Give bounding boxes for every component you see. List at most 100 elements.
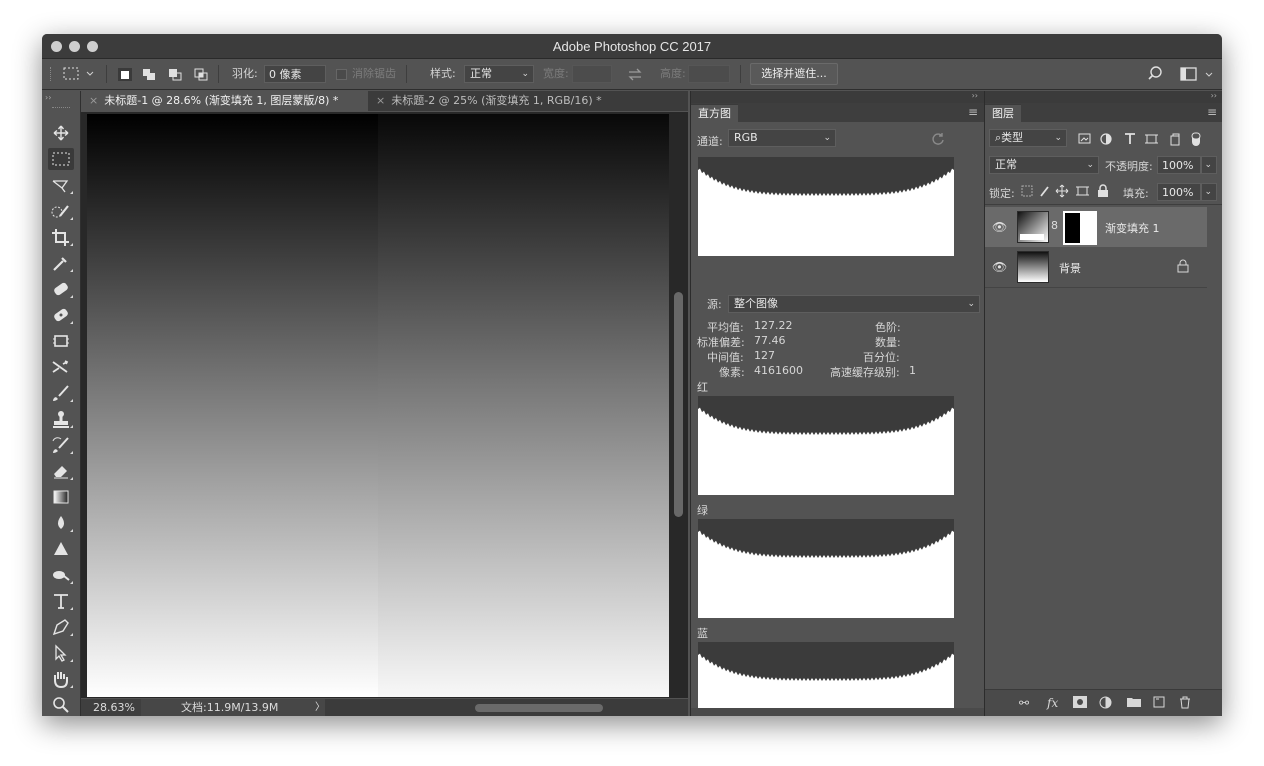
panel-menu-icon[interactable]: ≡ [968, 105, 978, 119]
panel-collapse-bar[interactable]: ›› [691, 91, 984, 103]
tab-document-1[interactable]: × 未标题-1 @ 28.6% (渐变填充 1, 图层蒙版/8) * [81, 91, 368, 111]
fx-icon[interactable]: fx [1047, 696, 1058, 710]
marquee-icon [52, 152, 70, 166]
tab-label: 未标题-1 @ 28.6% (渐变填充 1, 图层蒙版/8) * [104, 94, 339, 107]
dodge-tool[interactable] [48, 564, 74, 586]
doc-size: 文档:11.9M/13.9M [181, 701, 279, 714]
layer-filter-select[interactable]: ⌕类型 ⌄ [989, 129, 1067, 147]
channel-select[interactable]: RGB ⌄ [728, 129, 836, 147]
horizontal-scrollbar-thumb[interactable] [475, 704, 603, 712]
add-mask-icon[interactable] [1073, 696, 1087, 711]
adjustment-layer-icon[interactable] [1099, 696, 1112, 712]
new-selection-button[interactable] [116, 59, 134, 89]
layer-row-background[interactable]: 👁 背景 [985, 247, 1207, 287]
fill-dropdown[interactable]: ⌄ [1201, 183, 1217, 201]
select-and-mask-button[interactable]: 选择并遮住... [750, 63, 838, 85]
brush-tool[interactable] [48, 382, 74, 404]
zoom-level[interactable]: 28.63% [81, 699, 141, 716]
refresh-button[interactable] [931, 131, 945, 148]
sharpen-tool[interactable] [48, 538, 74, 560]
layer-name[interactable]: 背景 [1059, 260, 1081, 276]
vertical-scrollbar-thumb[interactable] [674, 292, 683, 517]
add-selection-button[interactable] [140, 59, 158, 89]
path-selection-tool[interactable] [48, 642, 74, 664]
style-select[interactable]: 正常 ⌄ [464, 65, 534, 83]
collapse-icon[interactable]: ›› [972, 91, 978, 100]
collapse-icon[interactable]: ›› [1211, 91, 1217, 100]
layer-row-gradient-fill[interactable]: 👁 8 渐变填充 1 [985, 207, 1207, 247]
visibility-eye-icon[interactable]: 👁 [992, 220, 1007, 234]
opacity-dropdown[interactable]: ⌄ [1201, 156, 1217, 174]
green-channel-label: 绿 [697, 504, 708, 517]
rgb-histogram [698, 157, 954, 256]
new-group-icon[interactable] [1127, 696, 1141, 710]
eyedropper-tool[interactable] [48, 252, 74, 274]
intersect-selection-button[interactable] [192, 59, 210, 89]
tab-document-2[interactable]: × 未标题-2 @ 25% (渐变填充 1, RGB/16) * [368, 91, 688, 111]
panel-menu-icon[interactable]: ≡ [1207, 105, 1217, 119]
horizontal-scrollbar-track[interactable] [325, 699, 688, 716]
channel-value: RGB [734, 131, 758, 144]
red-channel-label: 红 [697, 381, 708, 394]
delete-layer-icon[interactable] [1179, 696, 1191, 712]
feather-input[interactable]: 0 像素 [264, 65, 326, 83]
hand-tool[interactable] [48, 668, 74, 690]
frame-tool[interactable] [48, 330, 74, 352]
zoom-icon [53, 697, 69, 713]
search-button[interactable] [1146, 59, 1164, 89]
swap-icon [628, 68, 642, 81]
history-brush-tool[interactable] [48, 434, 74, 456]
visibility-eye-icon[interactable]: 👁 [992, 260, 1007, 274]
layer-mask-thumbnail[interactable] [1063, 211, 1097, 245]
mask-link-icon[interactable]: 8 [1051, 219, 1058, 232]
blue-channel-label: 蓝 [697, 627, 708, 640]
swap-dimensions-button[interactable] [626, 59, 644, 89]
style-select-value: 正常 [470, 67, 492, 80]
opacity-input[interactable]: 100% [1157, 156, 1201, 174]
blend-mode-select[interactable]: 正常 ⌄ [989, 156, 1099, 174]
source-select[interactable]: 整个图像 ⌄ [728, 295, 980, 313]
status-menu-arrow[interactable]: 〉 [315, 699, 325, 716]
marquee-tool[interactable] [48, 148, 74, 170]
source-label: 源: [707, 298, 722, 311]
red-histogram [698, 396, 954, 495]
content-aware-move-tool[interactable] [48, 356, 74, 378]
layer-name[interactable]: 渐变填充 1 [1105, 220, 1160, 236]
type-tool[interactable] [48, 590, 74, 612]
zoom-tool[interactable] [48, 694, 74, 716]
cache-label: 高速缓存级别: [830, 366, 900, 379]
document-area[interactable] [81, 112, 688, 698]
blur-tool[interactable] [48, 512, 74, 534]
divider [985, 204, 1222, 205]
lasso-tool[interactable] [48, 174, 74, 196]
close-tab-icon[interactable]: × [89, 94, 98, 107]
median-value: 127 [754, 349, 775, 362]
separator [740, 65, 741, 83]
close-tab-icon[interactable]: × [376, 94, 385, 107]
panel-collapse-bar[interactable]: ›› [985, 91, 1222, 103]
move-tool[interactable] [48, 122, 74, 144]
collapse-tools-icon[interactable]: ›› [45, 93, 51, 102]
fill-input[interactable]: 100% [1157, 183, 1201, 201]
workspace-switcher[interactable] [1178, 59, 1218, 89]
healing-brush-tool[interactable] [48, 278, 74, 300]
link-layers-icon[interactable]: ⚯ [1019, 696, 1029, 710]
width-input[interactable] [572, 65, 612, 83]
lock-icons[interactable] [1021, 184, 1121, 198]
marquee-preset-picker[interactable] [62, 59, 100, 89]
new-layer-icon[interactable] [1153, 696, 1165, 711]
layers-tab[interactable]: 图层 [985, 104, 1021, 123]
quick-select-tool[interactable] [48, 200, 74, 222]
canvas[interactable] [87, 114, 669, 697]
pen-tool[interactable] [48, 616, 74, 638]
crop-tool[interactable] [48, 226, 74, 248]
height-input[interactable] [688, 65, 730, 83]
clone-stamp-tool[interactable] [48, 408, 74, 430]
subtract-selection-button[interactable] [166, 59, 184, 89]
green-histogram [698, 519, 954, 618]
eraser-tool[interactable] [48, 460, 74, 482]
patch-tool[interactable] [48, 304, 74, 326]
histogram-tab[interactable]: 直方图 [691, 104, 738, 123]
gradient-tool[interactable] [48, 486, 74, 508]
anti-alias-checkbox[interactable] [336, 59, 348, 89]
